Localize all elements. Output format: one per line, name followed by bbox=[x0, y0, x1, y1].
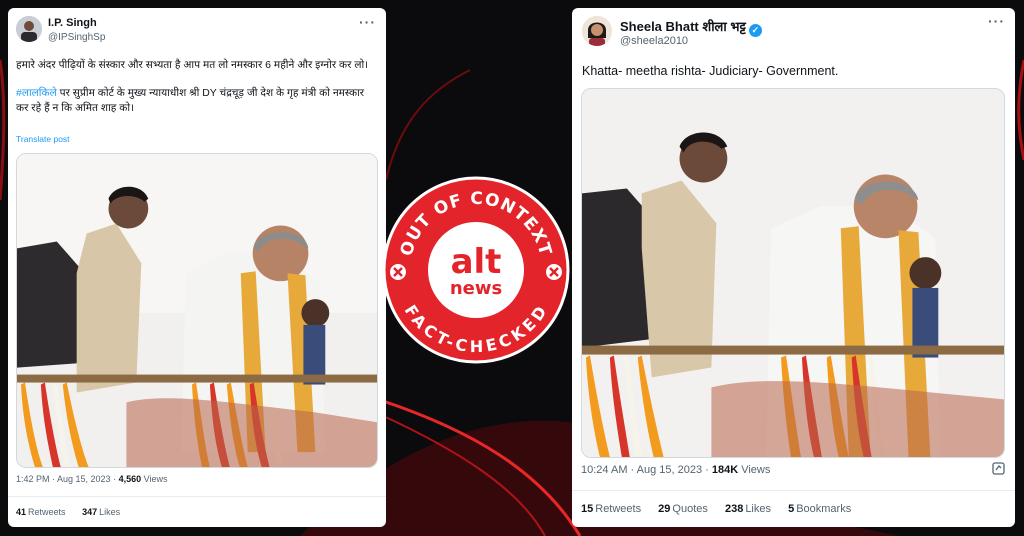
retweets-stat[interactable]: 41 Retweets bbox=[16, 507, 66, 517]
x-mark-icon bbox=[390, 264, 406, 280]
likes-count: 347 bbox=[82, 507, 98, 517]
grok-icon[interactable] bbox=[992, 462, 1005, 478]
hashtag-link[interactable]: #लालकिले bbox=[16, 87, 57, 99]
x-mark-icon bbox=[546, 264, 562, 280]
retweets-count: 15 bbox=[581, 503, 594, 515]
retweets-stat[interactable]: 15 Retweets bbox=[581, 503, 641, 515]
avatar[interactable] bbox=[16, 16, 42, 42]
tweet-image[interactable] bbox=[16, 153, 378, 468]
divider bbox=[572, 490, 1015, 491]
tweet-stats: 41 Retweets 347 Likes bbox=[16, 507, 134, 517]
logo-alt: alt bbox=[451, 242, 502, 282]
likes-stat[interactable]: 347 Likes bbox=[82, 507, 120, 517]
bookmarks-label: Bookmarks bbox=[796, 503, 852, 515]
tweet-paragraph: हमारे अंदर पीढ़ियों के संस्कार और सभ्यता… bbox=[16, 59, 369, 71]
right-tweet-card[interactable]: Sheela Bhatt शीला भट्ट ✓ @sheela2010 ··· … bbox=[572, 8, 1015, 527]
user-handle[interactable]: @sheela2010 bbox=[620, 35, 688, 47]
tweet-time[interactable]: 1:42 PM · Aug 15, 2023 · bbox=[16, 474, 119, 484]
more-icon[interactable]: ··· bbox=[359, 14, 376, 30]
tweet-text: Khatta- meetha rishta- Judiciary- Govern… bbox=[582, 64, 839, 78]
display-name[interactable]: I.P. Singh bbox=[48, 17, 97, 29]
verified-icon: ✓ bbox=[748, 24, 762, 37]
bookmarks-count: 5 bbox=[788, 503, 795, 515]
fact-check-badge: OUT OF CONTEXT FACT-CHECKED alt news bbox=[382, 176, 570, 364]
views-label: Views bbox=[738, 464, 771, 476]
tweet-paragraph-rest: पर सुप्रीम कोर्ट के मुख्य न्यायाधीश श्री… bbox=[16, 87, 365, 114]
retweets-label: Retweets bbox=[28, 507, 66, 517]
logo-news: news bbox=[450, 278, 502, 299]
divider bbox=[8, 496, 386, 497]
left-tweet-card[interactable]: I.P. Singh @IPSinghSp ··· हमारे अंदर पीढ… bbox=[8, 8, 386, 527]
likes-label: Likes bbox=[99, 507, 121, 517]
tweet-stats: 15 Retweets 29 Quotes 238 Likes 5 Bookmarks bbox=[581, 503, 865, 515]
quotes-stat[interactable]: 29 Quotes bbox=[658, 503, 708, 515]
likes-count: 238 bbox=[724, 503, 744, 515]
views-count: 184K bbox=[711, 464, 739, 476]
user-handle[interactable]: @IPSinghSp bbox=[48, 32, 105, 43]
tweet-image[interactable] bbox=[581, 88, 1005, 458]
tweet-paragraph: #लालकिले पर सुप्रीम कोर्ट के मुख्य न्याय… bbox=[16, 86, 376, 116]
tweet-header: Sheela Bhatt शीला भट्ट ✓ @sheela2010 ··· bbox=[572, 8, 1015, 58]
retweets-label: Retweets bbox=[595, 503, 642, 515]
translate-link[interactable]: Translate post bbox=[16, 134, 70, 144]
tweet-meta: 10:24 AM · Aug 15, 2023 · 184K Views bbox=[581, 464, 770, 476]
display-name-text: Sheela Bhatt शीला भट्ट bbox=[620, 19, 746, 34]
likes-label: Likes bbox=[745, 503, 771, 515]
views-count: 4,560 bbox=[118, 474, 142, 484]
display-name[interactable]: Sheela Bhatt शीला भट्ट ✓ bbox=[620, 17, 762, 37]
views-label: Views bbox=[141, 474, 168, 484]
likes-stat[interactable]: 238 Likes bbox=[725, 503, 771, 515]
quotes-label: Quotes bbox=[672, 503, 708, 515]
avatar[interactable] bbox=[582, 16, 612, 46]
tweet-text: हमारे अंदर पीढ़ियों के संस्कार और सभ्यता… bbox=[16, 58, 376, 129]
tweet-header: I.P. Singh @IPSinghSp ··· bbox=[8, 8, 386, 58]
retweets-count: 41 bbox=[16, 507, 27, 517]
tweet-time[interactable]: 10:24 AM · Aug 15, 2023 · bbox=[581, 464, 712, 476]
quotes-count: 29 bbox=[658, 503, 671, 515]
tweet-meta: 1:42 PM · Aug 15, 2023 · 4,560 Views bbox=[16, 474, 167, 484]
bookmarks-stat[interactable]: 5 Bookmarks bbox=[788, 503, 851, 515]
more-icon[interactable]: ··· bbox=[988, 13, 1005, 29]
